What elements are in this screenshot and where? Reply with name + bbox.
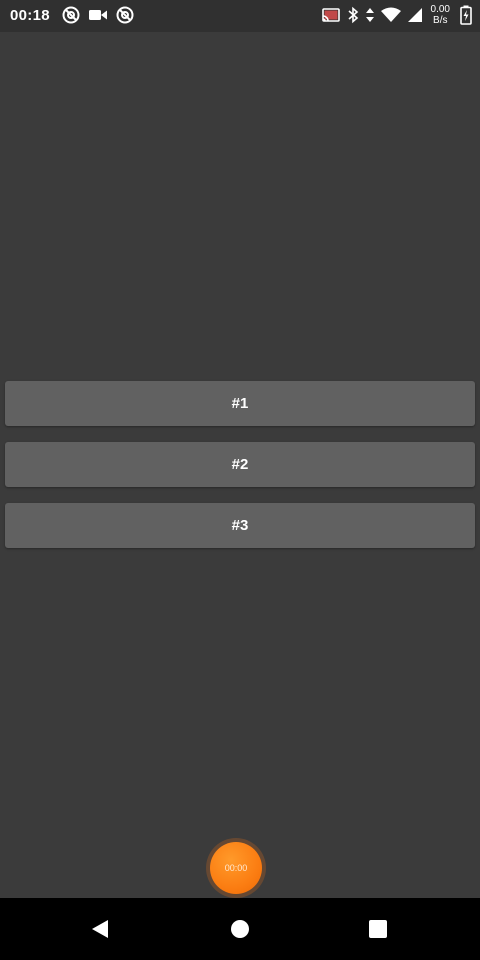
video-camera-icon: [88, 7, 108, 23]
status-right-icons: 0.00 B/s: [321, 4, 472, 26]
at-sign-icon: [116, 6, 134, 24]
back-icon: [92, 920, 108, 938]
status-bar: 00:18 0.00 B/s: [0, 0, 480, 32]
net-speed: 0.00 B/s: [431, 4, 450, 26]
bluetooth-icon: [347, 6, 359, 24]
item-button-1[interactable]: #1: [5, 381, 475, 426]
timer-button[interactable]: 00:00: [210, 842, 262, 894]
recents-button[interactable]: [338, 898, 418, 960]
cast-icon: [321, 7, 341, 23]
navigation-bar: [0, 898, 480, 960]
net-speed-unit: B/s: [433, 15, 448, 26]
data-arrows-icon: [365, 6, 375, 24]
status-left-icons: [62, 6, 134, 24]
signal-icon: [407, 7, 423, 23]
battery-charging-icon: [460, 5, 472, 25]
timer-button-halo: 00:00: [206, 838, 266, 898]
net-speed-value: 0.00: [430, 4, 450, 15]
recents-icon: [369, 920, 387, 938]
item-button-2[interactable]: #2: [5, 442, 475, 487]
status-time: 00:18: [10, 7, 50, 24]
back-button[interactable]: [60, 898, 140, 960]
screen: 00:18 0.00 B/s #1 #2 #3 00:00: [0, 0, 480, 960]
at-sign-icon: [62, 6, 80, 24]
item-button-3[interactable]: #3: [5, 503, 475, 548]
main-content: #1 #2 #3: [0, 32, 480, 898]
wifi-icon: [380, 7, 401, 23]
home-icon: [231, 920, 249, 938]
home-button[interactable]: [200, 898, 280, 960]
